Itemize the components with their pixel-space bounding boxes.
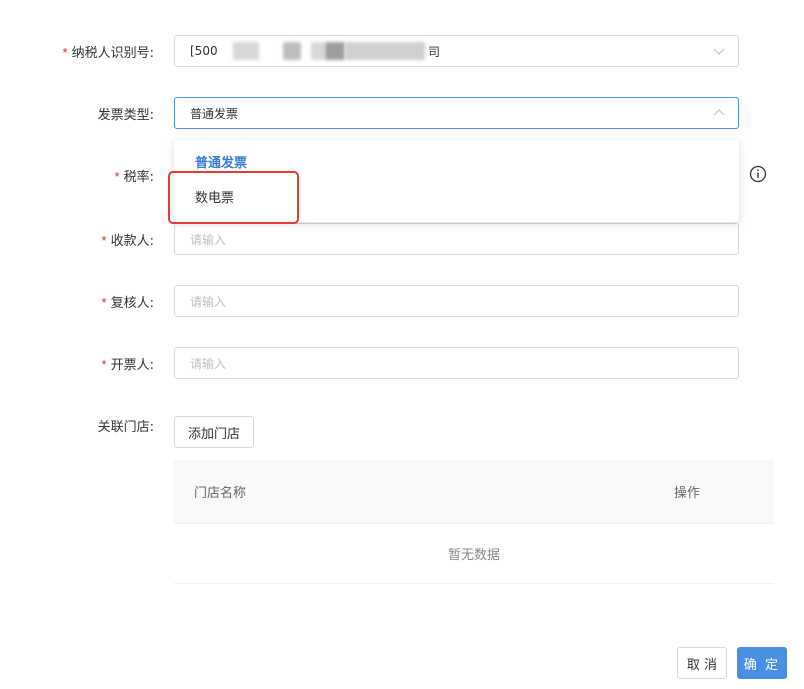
issuer-input[interactable]: 请输入 bbox=[174, 347, 739, 379]
column-header-store-name: 门店名称 bbox=[194, 486, 247, 501]
chevron-down-icon bbox=[712, 44, 726, 58]
required-mark: * bbox=[101, 233, 107, 248]
redacted-block bbox=[233, 42, 259, 60]
annotation-highlight-box bbox=[168, 171, 299, 224]
column-header-actions: 操作 bbox=[674, 486, 701, 501]
redacted-block bbox=[345, 42, 425, 60]
empty-state-text: 暂无数据 bbox=[174, 524, 774, 584]
invoice-type-value: 普通发票 bbox=[190, 106, 239, 121]
issuer-label: * 开票人: bbox=[101, 357, 154, 373]
redacted-block bbox=[311, 42, 325, 60]
reviewer-label: * 复核人: bbox=[101, 295, 154, 311]
taxpayer-id-value-prefix: [500 bbox=[190, 44, 218, 58]
invoice-type-select[interactable]: 普通发票 bbox=[174, 97, 739, 129]
taxpayer-id-select[interactable]: [500 司 bbox=[174, 35, 739, 67]
invoice-type-label: 发票类型: bbox=[97, 108, 154, 123]
info-circle-icon[interactable] bbox=[748, 164, 768, 184]
payee-input[interactable]: 请输入 bbox=[174, 223, 739, 255]
confirm-button[interactable]: 确 定 bbox=[737, 647, 787, 679]
tax-rate-label: * 税率: bbox=[114, 169, 154, 185]
payee-placeholder: 请输入 bbox=[190, 232, 227, 247]
taxpayer-id-label: * 纳税人识别号: bbox=[62, 45, 154, 61]
redacted-block bbox=[325, 42, 345, 60]
invoice-settings-form: *纳税人识别号: [500 司 发票类型: 普通发票 *税率: *收款人: bbox=[0, 0, 804, 689]
chevron-up-icon bbox=[712, 106, 726, 120]
required-mark: * bbox=[101, 295, 107, 310]
reviewer-input[interactable]: 请输入 bbox=[174, 285, 739, 317]
required-mark: * bbox=[62, 45, 68, 60]
payee-label: * 收款人: bbox=[101, 233, 154, 249]
redacted-block bbox=[283, 42, 301, 60]
add-store-button[interactable]: 添加门店 bbox=[174, 416, 254, 448]
required-mark: * bbox=[114, 169, 120, 184]
taxpayer-id-value-suffix: 司 bbox=[428, 44, 441, 59]
table-header: 门店名称 操作 bbox=[174, 460, 774, 524]
cancel-button[interactable]: 取 消 bbox=[677, 647, 727, 679]
issuer-placeholder: 请输入 bbox=[190, 356, 227, 371]
store-table: 门店名称 操作 暂无数据 bbox=[174, 460, 774, 584]
reviewer-placeholder: 请输入 bbox=[190, 294, 227, 309]
linked-stores-label: 关联门店: bbox=[97, 420, 154, 435]
required-mark: * bbox=[101, 357, 107, 372]
